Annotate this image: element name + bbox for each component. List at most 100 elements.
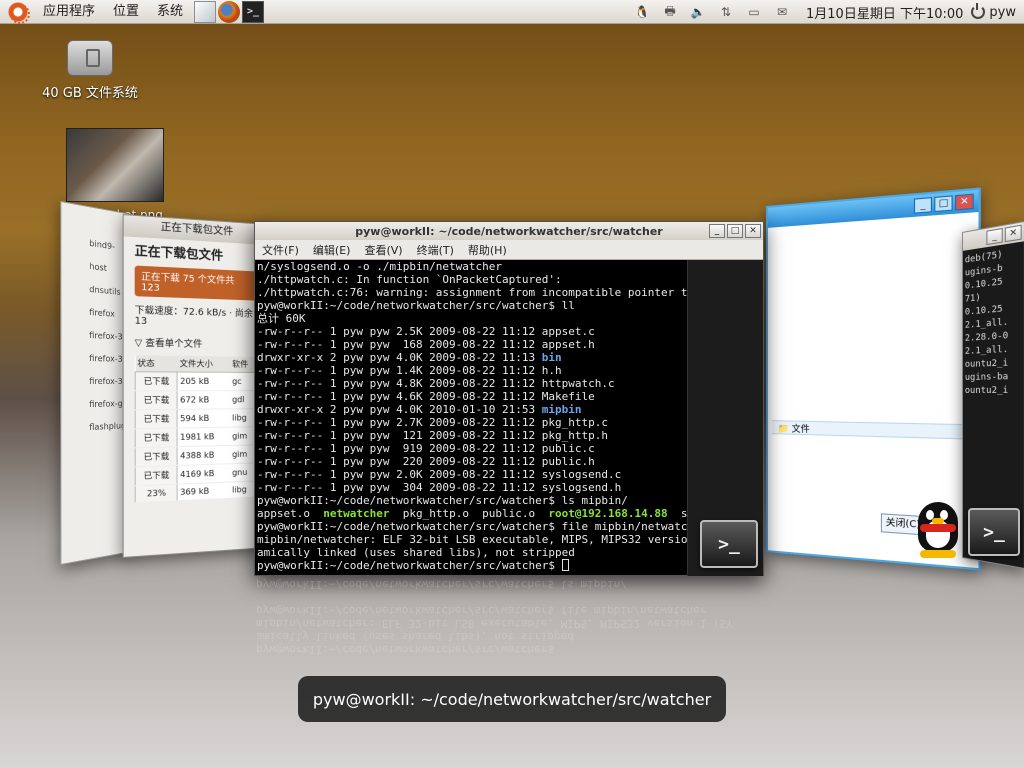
console-line: 总计 60K (257, 312, 685, 325)
console-line: -rw-r--r-- 1 pyw pyw 2.0K 2009-08-22 11:… (257, 468, 685, 481)
power-manager-icon[interactable]: ▭ (745, 3, 763, 21)
mail-icon[interactable]: ✉ (773, 3, 791, 21)
menu-terminal[interactable]: 终端(T) (410, 242, 461, 258)
qq-titlebar: _ □ ✕ (768, 190, 979, 228)
console-line: ./httpwatch.c:76: warning: assignment fr… (257, 286, 685, 299)
column-header[interactable]: 状态 (135, 355, 177, 372)
details-expander[interactable]: ▽ 查看单个文件 (124, 331, 267, 355)
dir-mipbin: mipbin (542, 403, 582, 416)
table-row[interactable]: 已下载 672 kB gdl (135, 391, 257, 410)
volume-icon[interactable]: 🔈 (689, 3, 707, 21)
close-button[interactable]: ✕ (955, 194, 974, 211)
console-line: -rw-r--r-- 1 pyw pyw 220 2009-08-22 11:1… (257, 455, 685, 468)
download-progress-bar: 正在下载 75 个文件共 123 (135, 266, 258, 301)
maximize-button[interactable]: □ (934, 195, 952, 212)
close-button[interactable]: ✕ (745, 224, 761, 238)
console-line: pyw@workII:~/code/networkwatcher/src/wat… (257, 299, 685, 312)
window-reflection: pyw@workII:~/code/networkwatcher/src/wat… (254, 578, 764, 658)
ls-netwatcher: netwatcher (323, 507, 389, 520)
text-cursor (562, 559, 569, 571)
power-icon (971, 5, 985, 19)
menu-edit[interactable]: 编辑(E) (306, 242, 358, 258)
console-line: -rw-r--r-- 1 pyw pyw 2.7K 2009-08-22 11:… (257, 416, 685, 429)
row-status: 已下载 (135, 465, 177, 485)
row-size: 369 kB (177, 482, 230, 501)
main-terminal-window[interactable]: pyw@workII: ~/code/networkwatcher/src/wa… (254, 221, 764, 576)
qq-file-label: 文件 (792, 425, 810, 436)
dir-bin: bin (542, 351, 562, 364)
qq-file-tab[interactable]: 📁 文件 (772, 420, 974, 440)
minimize-button[interactable]: _ (914, 197, 932, 214)
panel-clock[interactable]: 1月10日星期日 下午10:00 (806, 3, 963, 22)
close-button[interactable]: ✕ (1005, 225, 1022, 243)
text-editor-launcher-icon[interactable] (194, 1, 216, 23)
row-status: 已下载 (135, 391, 177, 410)
console-line: drwxr-xr-x 2 pyw pyw 4.0K 2010-01-10 21:… (257, 403, 685, 416)
qq-penguin-icon (910, 496, 966, 558)
update-manager-window[interactable]: bind9-host dnsutils firefox firefox-3.5 … (60, 201, 132, 565)
console-line: pyw@workII:~/code/networkwatcher/src/wat… (257, 520, 685, 533)
qq-tray-icon[interactable]: 🐧 (633, 3, 651, 21)
firefox-launcher-icon[interactable] (218, 1, 240, 23)
console-line: appset.o netwatcher pkg_http.o public.o … (257, 507, 685, 520)
console-line: -rw-r--r-- 1 pyw pyw 919 2009-08-22 11:1… (257, 442, 685, 455)
console-line: ./httpwatch.c: In function `OnPacketCapt… (257, 273, 685, 286)
user-menu[interactable]: pyw (971, 5, 1016, 20)
download-packages-window[interactable]: 正在下载包文件 正在下载包文件 正在下载 75 个文件共 123 下载速度：72… (123, 214, 268, 558)
console-line: n/syslogsend.o -o ./mipbin/netwatcher (257, 260, 685, 273)
drive-label: 40 GB 文件系统 (36, 82, 144, 101)
console-line: pyw@workII:~/code/networkwatcher/src/wat… (257, 559, 685, 572)
terminal-app-icon-2: >_ (968, 508, 1020, 556)
menu-system[interactable]: 系统 (148, 0, 192, 24)
expander-label: 查看单个文件 (145, 339, 202, 350)
console-text: drwxr-xr-x 2 pyw pyw 4.0K 2010-01-10 21:… (257, 403, 542, 416)
row-size: 1981 kB (177, 427, 230, 447)
row-size: 4388 kB (177, 445, 230, 465)
panel-menus: 应用程序 位置 系统 >_ (0, 0, 264, 24)
row-status: 已下载 (135, 447, 177, 467)
row-size: 205 kB (177, 372, 230, 391)
console-line: mipbin/netwatcher: ELF 32-bit LSB execut… (257, 533, 685, 546)
table-row[interactable]: 23% 369 kB libg (135, 481, 257, 503)
ls-pkg: pkg_http.o public.o (389, 507, 548, 520)
menu-applications[interactable]: 应用程序 (34, 0, 104, 24)
ubuntu-logo-icon[interactable] (8, 2, 28, 22)
terminal-titlebar[interactable]: pyw@workII: ~/code/networkwatcher/src/wa… (255, 222, 763, 240)
terminal2-line: ountu2_i (963, 357, 1024, 372)
menu-help[interactable]: 帮助(H) (461, 242, 514, 258)
window-switcher-label: pyw@workII: ~/code/networkwatcher/src/wa… (298, 676, 726, 722)
menu-view[interactable]: 查看(V) (357, 242, 409, 258)
row-status: 23% (135, 484, 177, 503)
row-status: 已下载 (135, 409, 177, 428)
desktop-drive-icon[interactable]: 40 GB 文件系统 (36, 40, 144, 101)
console-line: amically linked (uses shared libs), not … (257, 546, 685, 559)
menu-places[interactable]: 位置 (104, 0, 148, 24)
row-status: 已下载 (135, 428, 177, 448)
minimize-button[interactable]: _ (709, 224, 725, 238)
terminal-console[interactable]: n/syslogsend.o -o ./mipbin/netwatcher ./h… (255, 260, 687, 576)
console-line: drwxr-xr-x 2 pyw pyw 4.0K 2009-08-22 11:… (257, 351, 685, 364)
console-line: pyw@workII:~/code/networkwatcher/src/wat… (257, 494, 685, 507)
console-line: -rw-r--r-- 1 pyw pyw 304 2009-08-22 11:1… (257, 481, 685, 494)
row-status: 已下载 (135, 372, 177, 391)
printer-icon[interactable]: 🖶 (661, 3, 679, 21)
terminal-launcher-icon[interactable]: >_ (242, 1, 264, 23)
terminal-title: pyw@workII: ~/code/networkwatcher/src/wa… (355, 225, 662, 238)
row-size: 672 kB (177, 391, 230, 410)
top-panel: 应用程序 位置 系统 >_ 🐧 🖶 🔈 ⇅ ▭ ✉ 1月10日星期日 下午10:… (0, 0, 1024, 24)
network-icon[interactable]: ⇅ (717, 3, 735, 21)
user-name: pyw (989, 5, 1016, 20)
console-line: -rw-r--r-- 1 pyw pyw 168 2009-08-22 11:1… (257, 338, 685, 351)
table-row[interactable]: 已下载 594 kB libg (135, 409, 257, 429)
ls-syslog: syslogsend.o (668, 507, 687, 520)
console-line: -rw-r--r-- 1 pyw pyw 2.5K 2009-08-22 11:… (257, 325, 685, 338)
column-header[interactable]: 文件大小 (177, 356, 230, 372)
terminal2-line: ountu2_i (963, 384, 1024, 398)
minimize-button[interactable]: _ (986, 228, 1002, 245)
console-line: -rw-r--r-- 1 pyw pyw 121 2009-08-22 11:1… (257, 429, 685, 442)
menu-file[interactable]: 文件(F) (255, 242, 306, 258)
reflection-text: pyw@workII:~/code/networkwatcher/src/wat… (254, 578, 764, 656)
table-row[interactable]: 已下载 205 kB gc (135, 372, 257, 391)
console-line: -rw-r--r-- 1 pyw pyw 4.6K 2009-08-22 11:… (257, 390, 685, 403)
maximize-button[interactable]: □ (727, 224, 743, 238)
